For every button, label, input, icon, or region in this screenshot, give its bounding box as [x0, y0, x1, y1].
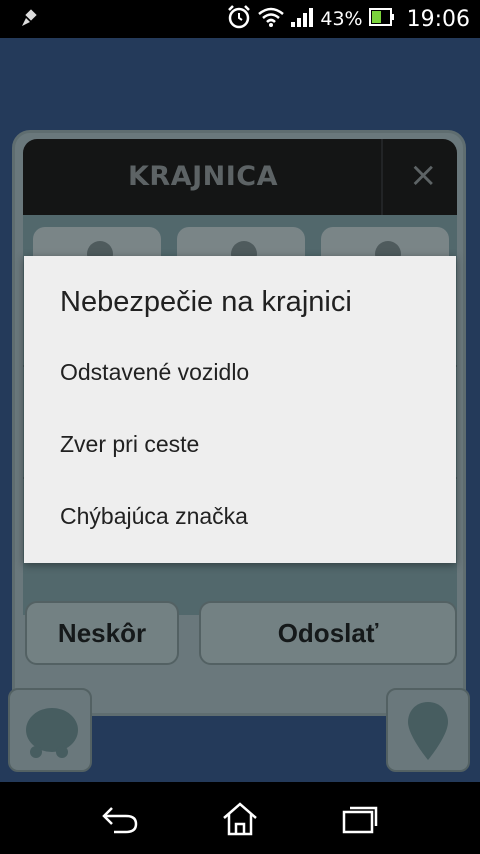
option-animal-on-road[interactable]: Zver pri ceste [24, 412, 456, 476]
alarm-icon [226, 4, 252, 35]
wifi-icon [258, 6, 285, 33]
hazard-dialog: Nebezpečie na krajnici Odstavené vozidlo… [24, 256, 456, 563]
signal-icon [290, 6, 314, 33]
home-icon[interactable] [218, 800, 262, 836]
recent-apps-icon[interactable] [338, 800, 382, 836]
option-missing-sign[interactable]: Chýbajúca značka [24, 484, 456, 548]
notification-icon [18, 8, 40, 34]
battery-icon [368, 7, 395, 31]
option-stopped-vehicle[interactable]: Odstavené vozidlo [24, 340, 456, 404]
dialog-title: Nebezpečie na krajnici [60, 286, 352, 318]
battery-percent: 43% [320, 8, 363, 30]
back-icon[interactable] [98, 800, 142, 836]
navigation-bar [0, 782, 480, 854]
status-bar: 43% 19:06 [0, 0, 480, 38]
clock: 19:06 [406, 6, 470, 32]
